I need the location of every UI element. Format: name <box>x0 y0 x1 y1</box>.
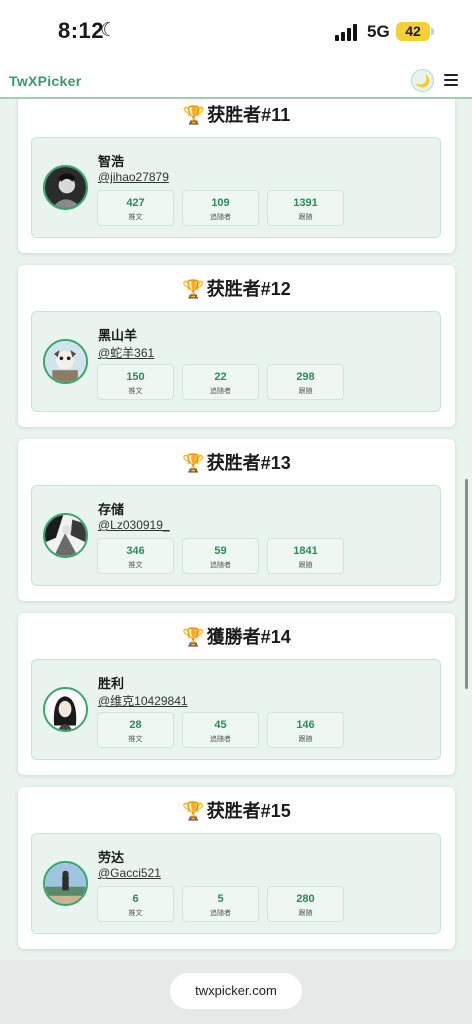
user-name: 黑山羊 <box>98 328 138 343</box>
user-name: 存储 <box>98 502 125 517</box>
stat-value: 109 <box>211 197 230 209</box>
stat-followers: 5 追随者 <box>182 886 259 922</box>
user-name: 胜利 <box>98 676 125 691</box>
trophy-icon: 🏆 <box>182 453 205 473</box>
stat-label: 追随者 <box>210 214 231 221</box>
stat-value: 280 <box>296 893 315 905</box>
avatar[interactable] <box>43 513 88 558</box>
stat-label: 推文 <box>128 388 143 395</box>
winner-title: 获胜者#13 <box>206 453 291 473</box>
stat-label: 追随者 <box>210 388 231 395</box>
stat-followers: 22 追随者 <box>182 364 259 400</box>
stat-value: 146 <box>296 719 315 731</box>
trophy-icon: 🏆 <box>182 627 205 647</box>
stat-label: 跟随 <box>298 910 313 917</box>
browser-bottom-bar: twxpicker.com <box>0 960 472 1024</box>
user-handle-link[interactable]: @Gacci521 <box>98 866 161 880</box>
brand-logo[interactable]: TwXPicker <box>9 73 81 89</box>
theme-toggle-button[interactable]: 🌙 <box>411 69 434 92</box>
winner-card: 🏆 获胜者#15 劳达 @Gacci521 6 推文 5 追随者 280 跟随 <box>18 787 455 949</box>
stat-value: 22 <box>214 371 227 383</box>
app-header: TwXPicker 🌙 <box>0 64 472 99</box>
moon-icon: 🌙 <box>415 74 430 88</box>
user-name: 智浩 <box>98 154 125 169</box>
winners-list[interactable]: 🏆 获胜者#11 智浩 @jihao27879 427 推文 109 追随者 1391… <box>0 99 472 960</box>
avatar[interactable] <box>43 687 88 732</box>
stat-following: 1841 跟随 <box>267 538 344 574</box>
user-handle-link[interactable]: @Lz030919_ <box>98 518 170 532</box>
winner-card: 🏆 獲勝者#14 胜利 @维克10429841 28 推文 45 追随者 146 跟随 <box>18 613 455 775</box>
stat-tweets: 346 推文 <box>97 538 174 574</box>
user-panel: 劳达 @Gacci521 6 推文 5 追随者 280 跟随 <box>31 833 441 934</box>
user-handle-link[interactable]: @维克10429841 <box>98 692 188 709</box>
stat-tweets: 427 推文 <box>97 190 174 226</box>
stat-label: 追随者 <box>210 910 231 917</box>
status-time: 8:12 <box>58 18 105 43</box>
battery-icon: 42 <box>396 22 430 41</box>
trophy-icon: 🏆 <box>182 801 205 821</box>
stat-label: 推文 <box>128 736 143 743</box>
user-panel: 黑山羊 @蛇羊361 150 推文 22 追随者 298 跟随 <box>31 311 441 412</box>
winner-title: 获胜者#11 <box>207 105 291 125</box>
stat-label: 追随者 <box>210 562 231 569</box>
stat-followers: 59 追随者 <box>182 538 259 574</box>
user-panel: 智浩 @jihao27879 427 推文 109 追随者 1391 跟随 <box>31 137 441 238</box>
stat-value: 5 <box>217 893 224 905</box>
stat-value: 1841 <box>293 545 318 557</box>
avatar[interactable] <box>43 165 88 210</box>
stat-value: 6 <box>132 893 139 905</box>
stat-value: 28 <box>129 719 142 731</box>
crescent-moon-icon: ☾ <box>100 20 118 41</box>
winner-title: 獲勝者#14 <box>206 627 291 647</box>
user-panel: 胜利 @维克10429841 28 推文 45 追随者 146 跟随 <box>31 659 441 760</box>
winner-card: 🏆 获胜者#13 存储 @Lz030919_ 346 推文 59 追随者 1841 跟随 <box>18 439 455 601</box>
stat-label: 推文 <box>128 214 143 221</box>
winner-card: 🏆 获胜者#11 智浩 @jihao27879 427 推文 109 追随者 1391… <box>18 99 455 253</box>
stat-followers: 45 追随者 <box>182 712 259 748</box>
stat-value: 427 <box>126 197 145 209</box>
winner-card: 🏆 获胜者#12 黑山羊 @蛇羊361 150 推文 22 追随者 298 跟随 <box>18 265 455 427</box>
user-name: 劳达 <box>98 850 125 865</box>
stat-tweets: 150 推文 <box>97 364 174 400</box>
stat-label: 跟随 <box>298 388 313 395</box>
stat-value: 298 <box>296 371 315 383</box>
user-handle-link[interactable]: @jihao27879 <box>98 170 169 184</box>
stat-tweets: 28 推文 <box>97 712 174 748</box>
winner-title: 获胜者#15 <box>206 801 291 821</box>
stat-tweets: 6 推文 <box>97 886 174 922</box>
stat-followers: 109 追随者 <box>182 190 259 226</box>
stat-following: 146 跟随 <box>267 712 344 748</box>
stat-label: 跟随 <box>298 562 313 569</box>
winner-title: 获胜者#12 <box>206 279 291 299</box>
trophy-icon: 🏆 <box>182 105 206 125</box>
stat-value: 45 <box>214 719 227 731</box>
stat-label: 跟随 <box>298 736 313 743</box>
battery-cap <box>431 28 434 35</box>
stat-label: 推文 <box>128 910 143 917</box>
url-bar[interactable]: twxpicker.com <box>170 973 302 1009</box>
scrollbar-thumb[interactable] <box>465 479 468 689</box>
status-bar: 8:12 ☾ 5G 42 <box>0 0 472 64</box>
stat-following: 1391 跟随 <box>267 190 344 226</box>
trophy-icon: 🏆 <box>182 279 205 299</box>
stat-value: 346 <box>126 545 145 557</box>
user-panel: 存储 @Lz030919_ 346 推文 59 追随者 1841 跟随 <box>31 485 441 586</box>
stat-label: 追随者 <box>210 736 231 743</box>
stat-value: 59 <box>214 545 227 557</box>
stat-following: 280 跟随 <box>267 886 344 922</box>
stat-following: 298 跟随 <box>267 364 344 400</box>
signal-icon <box>335 23 361 41</box>
stat-value: 150 <box>126 371 145 383</box>
hamburger-menu-button[interactable] <box>444 74 458 86</box>
avatar[interactable] <box>43 861 88 906</box>
stat-value: 1391 <box>293 197 318 209</box>
stat-label: 跟随 <box>298 214 313 221</box>
avatar[interactable] <box>43 339 88 384</box>
user-handle-link[interactable]: @蛇羊361 <box>98 344 154 361</box>
stat-label: 推文 <box>128 562 143 569</box>
network-label: 5G <box>367 22 390 41</box>
